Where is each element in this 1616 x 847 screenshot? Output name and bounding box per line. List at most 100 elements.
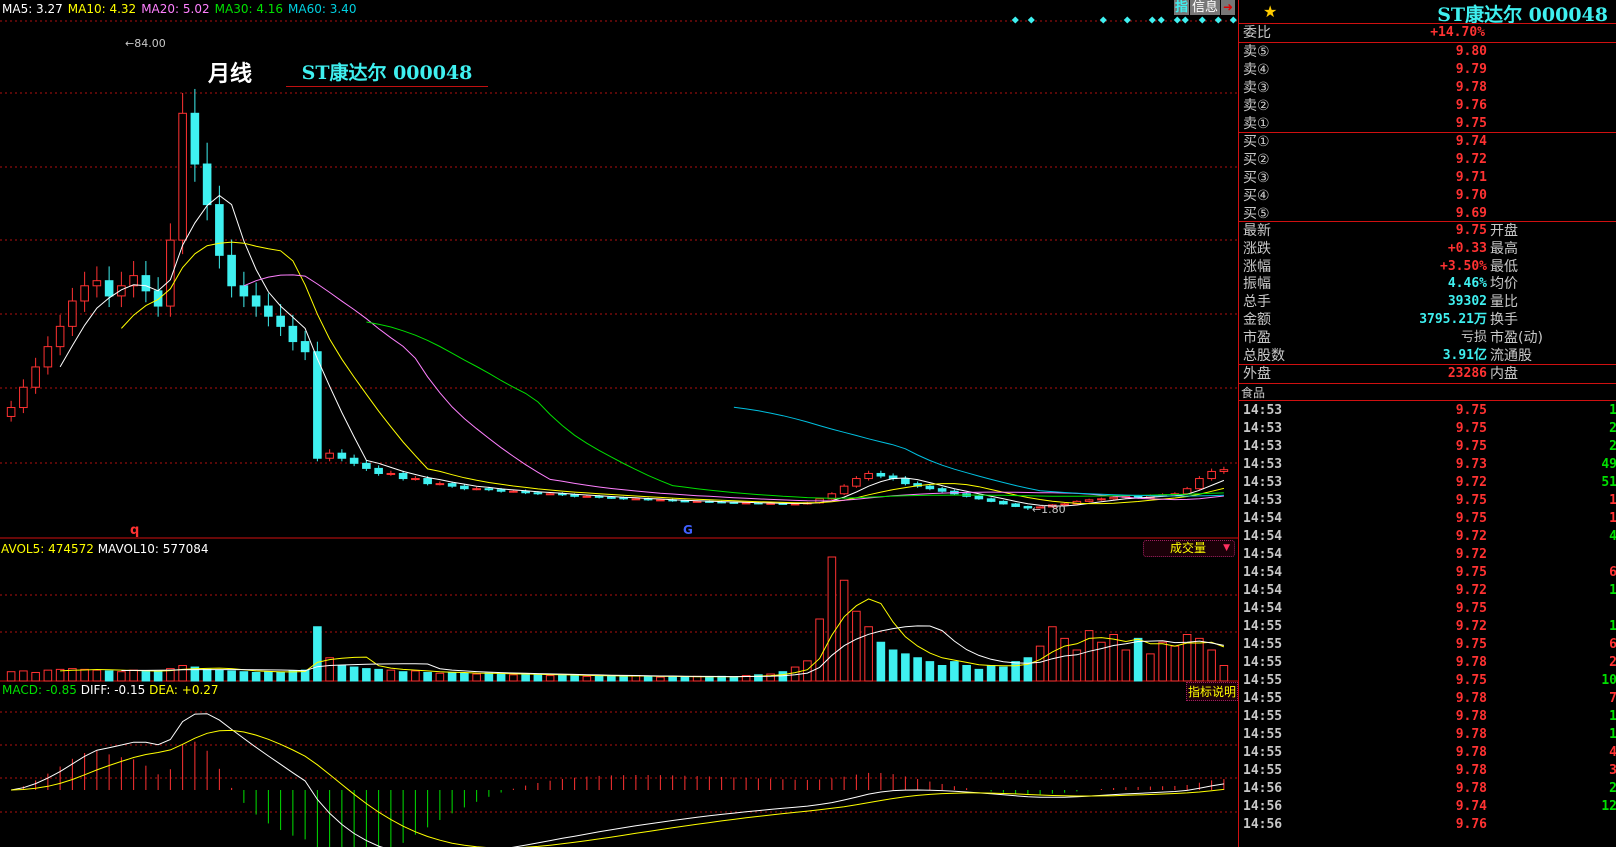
tick-row: 14:54 9.75 bbox=[1239, 600, 1616, 618]
volume-bar bbox=[1207, 649, 1216, 682]
candle bbox=[300, 341, 310, 353]
sell-level-price: 9.80 bbox=[1455, 44, 1487, 59]
sell-level[interactable]: 卖① 9.75 bbox=[1239, 115, 1616, 133]
avol5-value: AVOL5: 474572 bbox=[1, 542, 94, 556]
candle bbox=[937, 488, 947, 492]
favorite-star-icon[interactable]: ★ bbox=[1263, 2, 1277, 21]
ma-label: MA20: 5.02 bbox=[141, 2, 210, 16]
indicator-help-button[interactable]: 指标说明 bbox=[1186, 682, 1239, 701]
candle bbox=[680, 500, 690, 503]
sell-level[interactable]: 卖⑤ 9.80 bbox=[1239, 43, 1616, 61]
stat-label2: 最高 bbox=[1490, 240, 1518, 257]
candle bbox=[31, 366, 40, 388]
exit-icon[interactable]: ➜ bbox=[1221, 0, 1236, 15]
signal-diamond-icon bbox=[1214, 16, 1222, 24]
candle bbox=[1011, 503, 1020, 507]
volume-bar bbox=[1219, 665, 1229, 682]
buy-level[interactable]: 买③ 9.71 bbox=[1239, 169, 1616, 187]
tick-price: 9.75 bbox=[1455, 511, 1487, 526]
period-label: 月线 bbox=[208, 61, 253, 87]
buy-level-label: 买③ bbox=[1243, 170, 1270, 186]
tick-volume: 1 bbox=[1609, 709, 1616, 724]
mavol10-line bbox=[121, 625, 1224, 678]
macd-value: MACD: -0.85 bbox=[2, 683, 77, 697]
candle bbox=[790, 503, 800, 506]
tick-price: 9.75 bbox=[1455, 565, 1487, 580]
sell-level[interactable]: 卖③ 9.78 bbox=[1239, 79, 1616, 97]
indicator-button[interactable]: 指 bbox=[1174, 0, 1190, 15]
indicator-selector[interactable]: 成交量 ▼ bbox=[1143, 540, 1235, 557]
tick-volume: 1 bbox=[1609, 511, 1616, 526]
candle bbox=[153, 290, 163, 307]
tick-price: 9.75 bbox=[1455, 403, 1487, 418]
tick-row: 14:55 9.78 1 bbox=[1239, 708, 1616, 726]
candle bbox=[1207, 470, 1216, 480]
tick-volume: 1 bbox=[1609, 619, 1616, 634]
candle bbox=[741, 502, 751, 505]
stat-label: 总股数 bbox=[1243, 347, 1285, 364]
candle bbox=[999, 500, 1008, 505]
tick-time: 14:55 bbox=[1243, 619, 1283, 634]
stat-label: 振幅 bbox=[1243, 276, 1271, 293]
volume-bar bbox=[937, 665, 947, 682]
tick-row: 14:53 9.75 2 bbox=[1239, 438, 1616, 456]
diff-value: DIFF: -0.15 bbox=[80, 683, 146, 697]
volume-bar bbox=[815, 618, 824, 682]
tick-row: 14:53 9.75 2 bbox=[1239, 420, 1616, 438]
candle bbox=[521, 490, 530, 494]
volume-bar bbox=[1133, 637, 1143, 682]
volume-bar bbox=[827, 556, 837, 682]
ma-label: MA5: 3.27 bbox=[2, 2, 63, 16]
tick-time: 14:56 bbox=[1243, 799, 1283, 814]
tick-price: 9.72 bbox=[1455, 475, 1487, 490]
candle bbox=[1195, 478, 1204, 490]
tick-volume: 4 bbox=[1609, 529, 1616, 544]
volume-bar bbox=[313, 626, 322, 682]
candle bbox=[92, 280, 102, 287]
volume-bar bbox=[986, 665, 996, 682]
stat-row: 涨跌 +0.33 最高 bbox=[1239, 240, 1616, 258]
volume-bar bbox=[80, 668, 89, 682]
candle bbox=[852, 478, 861, 487]
sell-level-price: 9.78 bbox=[1455, 80, 1487, 95]
stat-row: 振幅 4.46% 均价 bbox=[1239, 275, 1616, 293]
stat-row: 涨幅 +3.50% 最低 bbox=[1239, 258, 1616, 276]
tick-volume: 3 bbox=[1609, 763, 1616, 778]
tick-volume: 49 bbox=[1601, 457, 1616, 472]
stat-label: 涨幅 bbox=[1243, 258, 1271, 275]
volume-bar bbox=[435, 672, 445, 682]
buy-level-price: 9.71 bbox=[1455, 170, 1487, 185]
tick-row: 14:53 9.75 1 bbox=[1239, 492, 1616, 510]
candle bbox=[276, 315, 285, 327]
sell-level[interactable]: 卖④ 9.79 bbox=[1239, 61, 1616, 79]
buy-level[interactable]: 买② 9.72 bbox=[1239, 151, 1616, 169]
high-price-value: 84.00 bbox=[134, 37, 166, 50]
buy-level[interactable]: 买④ 9.70 bbox=[1239, 187, 1616, 205]
volume-bar bbox=[19, 670, 28, 682]
volume-bar bbox=[668, 675, 677, 682]
kline-chart[interactable] bbox=[0, 0, 1238, 847]
sell-level[interactable]: 卖② 9.76 bbox=[1239, 97, 1616, 115]
candle bbox=[545, 493, 555, 496]
tick-volume: 2 bbox=[1609, 655, 1616, 670]
volume-bar bbox=[1170, 645, 1180, 682]
volume-bar bbox=[1158, 641, 1167, 682]
candle bbox=[570, 494, 579, 497]
candle bbox=[362, 462, 371, 469]
buy-level[interactable]: 买① 9.74 bbox=[1239, 133, 1616, 151]
sector-label[interactable]: 食品 bbox=[1241, 384, 1265, 401]
info-button[interactable]: 信息 bbox=[1190, 0, 1221, 15]
volume-bar bbox=[202, 668, 212, 682]
volume-bar bbox=[460, 672, 469, 682]
tick-volume: 51 bbox=[1601, 475, 1616, 490]
volume-bar bbox=[447, 671, 457, 682]
tick-time: 14:53 bbox=[1243, 439, 1283, 454]
volume-bar bbox=[680, 676, 690, 682]
diff-line bbox=[11, 713, 1224, 847]
tick-price: 9.78 bbox=[1455, 655, 1487, 670]
ma30-line bbox=[366, 321, 1224, 499]
ma-label: MA30: 4.16 bbox=[214, 2, 284, 16]
stat-value: 4.46% bbox=[1447, 276, 1487, 292]
candle bbox=[288, 325, 298, 343]
volume-bar bbox=[1060, 637, 1069, 682]
